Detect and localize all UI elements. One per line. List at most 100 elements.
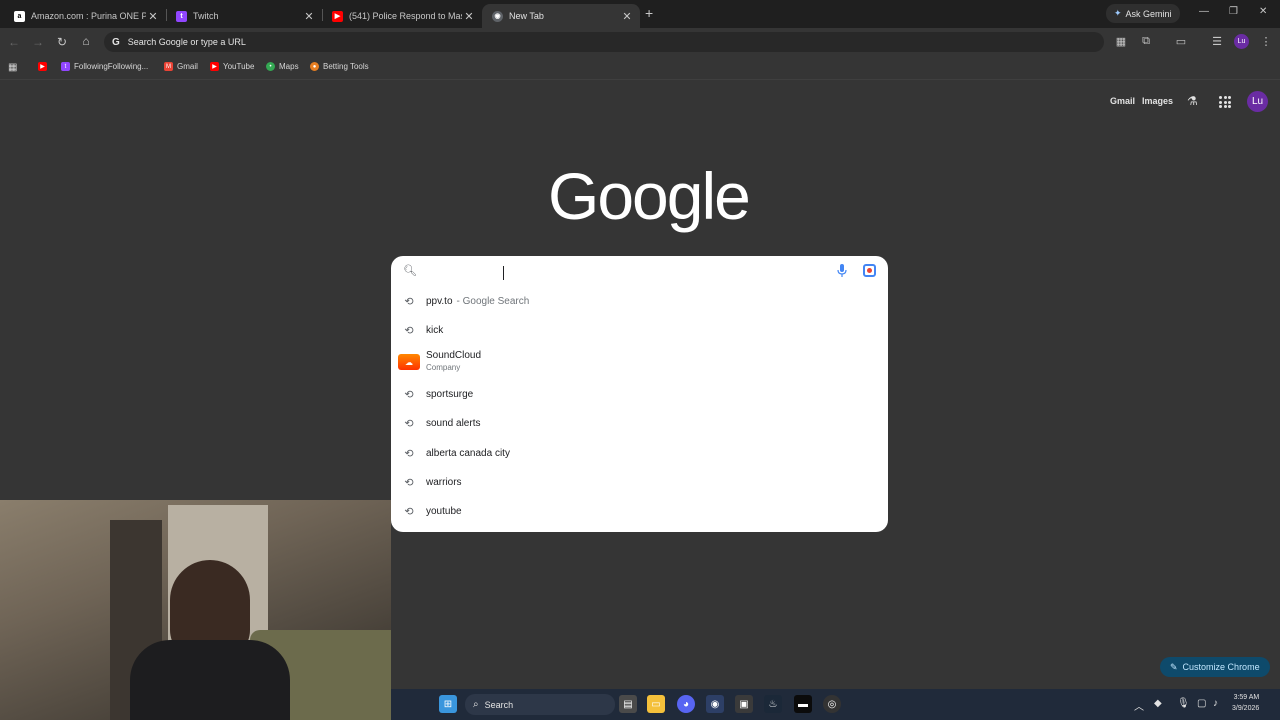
search-input[interactable]: 🔍︎ [391, 256, 888, 288]
windows-start-icon[interactable]: ⊞ [439, 695, 457, 713]
twitch-icon: t [61, 62, 70, 71]
bookmark-youtube[interactable]: ▶ YouTube [210, 62, 254, 71]
images-link[interactable]: Images [1142, 96, 1173, 106]
bookmark-gmail[interactable]: M Gmail [164, 62, 198, 71]
tray-overflow-chevron-icon[interactable]: ︿ [1134, 698, 1144, 713]
bookmark-label: Betting Tools [323, 62, 369, 71]
pencil-icon: ✎ [1170, 661, 1178, 672]
tab-new-tab[interactable]: ◉ New Tab ✕ [482, 4, 640, 28]
suggestion-text: sportsurge [426, 389, 474, 400]
taskbar-search[interactable]: ⌕ Search [465, 694, 615, 715]
youtube-icon: ▶ [38, 62, 47, 71]
home-icon[interactable]: ⌂ [78, 34, 94, 48]
clock-date: 3/9/2026 [1232, 705, 1260, 712]
suggestion-item[interactable]: ⟲ sound alerts [391, 409, 888, 438]
ask-gemini-button[interactable]: ✦ Ask Gemini [1106, 4, 1180, 23]
cast-icon[interactable]: ▭ [1174, 35, 1188, 48]
text-cursor [503, 266, 504, 280]
suggestion-text: ppv.to [426, 296, 453, 307]
minimize-icon[interactable]: — [1199, 6, 1209, 17]
tab-title: Amazon.com : Purina ONE Plus [31, 11, 146, 21]
chrome-icon: ◉ [492, 10, 503, 22]
labs-flask-icon[interactable]: ⚗ [1187, 94, 1198, 108]
obs-icon[interactable]: ◎ [823, 695, 841, 713]
address-bar-placeholder: Search Google or type a URL [127, 37, 246, 47]
tab-search-icon[interactable]: ▦ [1114, 35, 1128, 48]
suggestion-item[interactable]: ⟲ alberta canada city [391, 439, 888, 468]
address-bar[interactable]: G Search Google or type a URL [104, 32, 1104, 52]
task-view-icon[interactable]: ▤ [619, 695, 637, 713]
customize-chrome-label: Customize Chrome [1182, 662, 1260, 672]
webcam-overlay [0, 500, 391, 720]
tray-volume-icon[interactable]: ♪ [1213, 698, 1218, 709]
new-tab-plus-icon[interactable]: + [645, 5, 653, 21]
restore-icon[interactable]: ❐ [1229, 6, 1238, 17]
suggestion-entity[interactable]: ☁ SoundCloud Company [391, 347, 888, 377]
close-icon[interactable]: ✕ [620, 10, 634, 23]
history-clock-icon: ⟲ [404, 296, 414, 308]
reading-list-icon[interactable]: ☰ [1210, 35, 1224, 48]
tray-app-icon[interactable]: ◆ [1154, 698, 1162, 709]
youtube-icon: ▶ [332, 10, 343, 22]
suggestion-category: Company [426, 363, 461, 372]
taskbar-clock[interactable]: 3:59 AM 3/9/2026 [1232, 692, 1259, 714]
file-explorer-icon[interactable]: ▭ [647, 695, 665, 713]
suggestion-item[interactable]: ⟲ warriors [391, 468, 888, 497]
suggestion-text: sound alerts [426, 418, 481, 429]
suggestion-item[interactable]: ⟲ sportsurge [391, 380, 888, 409]
close-icon[interactable]: ✕ [302, 10, 316, 23]
google-logo: Google [548, 159, 751, 233]
close-window-icon[interactable]: ✕ [1259, 6, 1267, 17]
apps-grid-icon[interactable]: ▦ [8, 62, 17, 73]
terminal-app-icon[interactable]: ▬ [794, 695, 812, 713]
bookmark-following[interactable]: t FollowingFollowing... [61, 62, 148, 71]
tab-youtube-video[interactable]: ▶ (541) Police Respond to Maske ✕ [322, 4, 482, 28]
profile-avatar[interactable]: Lu [1234, 34, 1249, 49]
back-arrow-icon[interactable]: ← [6, 35, 22, 49]
gmail-link[interactable]: Gmail [1110, 96, 1135, 106]
clock-time: 3:59 AM [1233, 694, 1260, 701]
discord-icon[interactable]: ◕ [677, 695, 695, 713]
tab-amazon[interactable]: a Amazon.com : Purina ONE Plus ✕ [4, 4, 166, 28]
taskbar-search-label: Search [484, 699, 514, 710]
steam-icon[interactable]: ♨ [764, 695, 782, 713]
history-clock-icon: ⟲ [404, 389, 414, 401]
bookmark-maps[interactable]: • Maps [266, 62, 299, 71]
close-icon[interactable]: ✕ [146, 10, 160, 23]
bookmark-betting-tools[interactable]: ● Betting Tools [310, 62, 369, 71]
tray-microphone-icon[interactable]: 🎙︎ [1177, 698, 1190, 709]
google-lens-icon[interactable] [863, 264, 876, 277]
suggestion-text: warriors [426, 477, 462, 488]
maps-icon: • [266, 62, 275, 71]
reload-icon[interactable]: ↻ [54, 35, 70, 49]
customize-chrome-button[interactable]: ✎ Customize Chrome [1160, 657, 1270, 677]
bookmark-youtube-icon-only[interactable]: ▶ [38, 62, 51, 71]
search-icon: 🔍︎ [403, 265, 417, 277]
suggestion-item[interactable]: ⟲ kick [391, 316, 888, 345]
history-clock-icon: ⟲ [404, 448, 414, 460]
ask-gemini-label: Ask Gemini [1125, 8, 1172, 19]
forward-arrow-icon[interactable]: → [30, 35, 46, 49]
menu-dots-icon[interactable]: ⋮ [1259, 35, 1273, 48]
microsoft-store-icon[interactable]: ▣ [735, 695, 753, 713]
google-apps-icon[interactable] [1219, 96, 1231, 108]
extensions-puzzle-icon[interactable]: ⧉ [1139, 35, 1153, 48]
history-clock-icon: ⟲ [404, 506, 414, 518]
chrome-profile-taskbar-icon[interactable]: ◉ [706, 695, 724, 713]
search-icon: ⌕ [473, 699, 479, 710]
suggestion-text: SoundCloud [426, 350, 482, 361]
tab-title: New Tab [509, 11, 544, 21]
bookmark-label: FollowingFollowing... [74, 62, 149, 71]
close-icon[interactable]: ✕ [462, 10, 476, 23]
streamer-body [130, 640, 290, 720]
suggestion-item[interactable]: ⟲ youtube [391, 497, 888, 526]
twitch-icon: t [176, 10, 187, 22]
tab-title: Twitch [193, 11, 219, 21]
betting-tools-icon: ● [310, 62, 319, 71]
microphone-icon[interactable] [837, 264, 847, 278]
tray-network-icon[interactable]: ▢ [1197, 698, 1206, 709]
account-avatar[interactable]: Lu [1247, 91, 1268, 112]
tab-twitch[interactable]: t Twitch ✕ [166, 4, 322, 28]
suggestion-item[interactable]: ⟲ ppv.to - Google Search [391, 287, 888, 316]
account-initials: Lu [1251, 96, 1264, 107]
